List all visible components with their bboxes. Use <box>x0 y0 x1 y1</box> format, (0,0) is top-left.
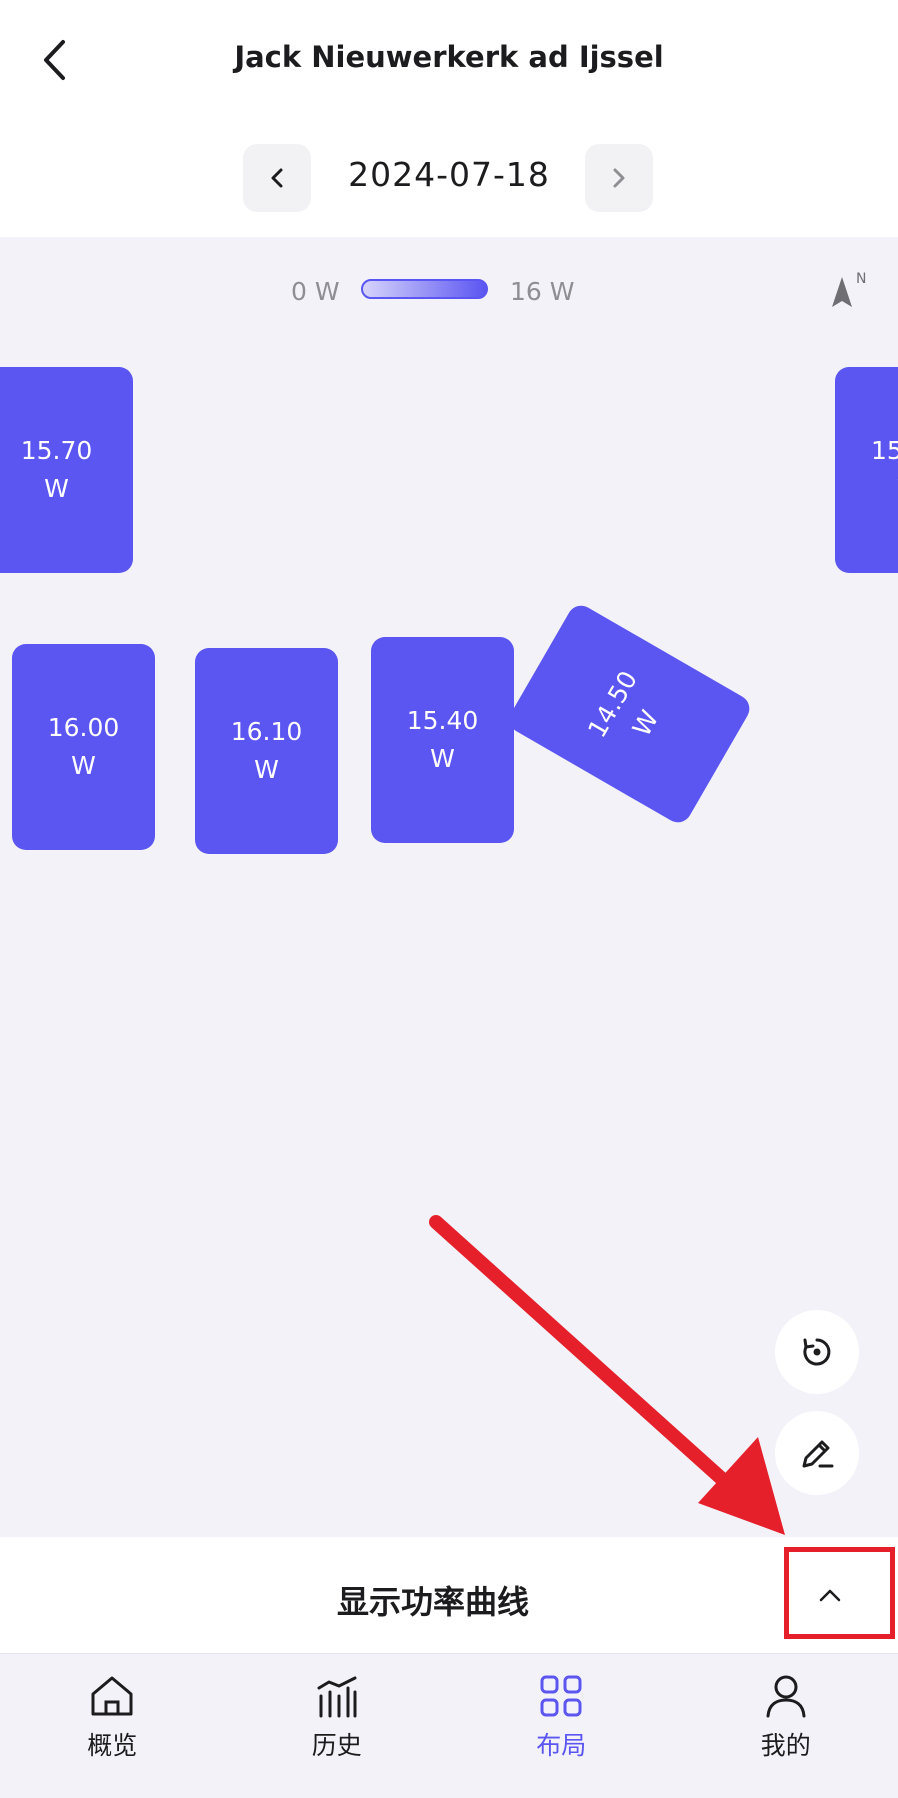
panel-power-value: 15.70 <box>20 436 93 465</box>
legend-max-label: 16 W <box>510 277 575 306</box>
bottom-tab-bar: 概览 历史 布局 我的 <box>0 1654 898 1798</box>
panel-power-value: 16.00 <box>47 713 120 742</box>
rotate-icon <box>803 1338 831 1366</box>
panel-power-unit: W <box>430 744 455 773</box>
tab-label: 概览 <box>87 1731 138 1760</box>
panel-layout-canvas[interactable]: 0 W 16 W N 15.70 W 15 W 16.00 W 16.10 W … <box>0 237 898 1537</box>
panel-power-unit: W <box>44 474 69 503</box>
header: Jack Nieuwerkerk ad Ijssel 2024-07-18 <box>0 0 898 237</box>
show-power-curve-label: 显示功率曲线 <box>336 1583 529 1621</box>
current-date: 2024-07-18 <box>348 155 550 194</box>
panel-power-value: 15 <box>871 436 898 465</box>
panel-power-value: 16.10 <box>230 717 303 746</box>
tab-label: 布局 <box>536 1731 587 1760</box>
tab-overview[interactable]: 概览 <box>0 1654 225 1798</box>
tab-label: 历史 <box>311 1731 362 1760</box>
show-power-curve-bar[interactable]: 显示功率曲线 <box>0 1537 898 1654</box>
solar-panel[interactable]: 16.10 W <box>195 648 338 854</box>
pencil-icon <box>802 1440 834 1468</box>
rotate-button[interactable] <box>775 1310 859 1394</box>
compass-letter: N <box>856 271 867 287</box>
home-icon <box>91 1676 133 1716</box>
solar-panel[interactable]: 15 W <box>835 367 898 573</box>
solar-panel[interactable]: 15.40 W <box>371 637 514 843</box>
highlight-box <box>784 1547 895 1639</box>
solar-panel-rotated[interactable]: 14.50 W <box>504 600 755 828</box>
chevron-right-icon <box>613 168 625 188</box>
tab-profile[interactable]: 我的 <box>674 1654 898 1798</box>
edit-layout-button[interactable] <box>775 1411 859 1495</box>
next-date-button[interactable] <box>585 144 653 212</box>
user-icon <box>766 1675 806 1718</box>
panel-power-unit: W <box>254 755 279 784</box>
tab-label: 我的 <box>760 1731 811 1760</box>
solar-panel[interactable]: 16.00 W <box>12 644 155 850</box>
page-title: Jack Nieuwerkerk ad Ijssel <box>234 40 664 74</box>
chevron-left-icon <box>271 168 283 188</box>
compass-north-icon: N <box>830 271 867 313</box>
panel-power-value: 15.40 <box>406 706 479 735</box>
legend-min-label: 0 W <box>291 277 340 306</box>
solar-panel[interactable]: 15.70 W <box>0 367 133 573</box>
layout-grid-icon <box>540 1675 582 1717</box>
power-gradient-legend <box>361 279 488 299</box>
history-chart-icon <box>317 1676 357 1718</box>
panel-power-unit: W <box>71 751 96 780</box>
tab-history[interactable]: 历史 <box>225 1654 450 1798</box>
panel-power-unit: W <box>871 470 898 508</box>
tab-layout[interactable]: 布局 <box>449 1654 674 1798</box>
